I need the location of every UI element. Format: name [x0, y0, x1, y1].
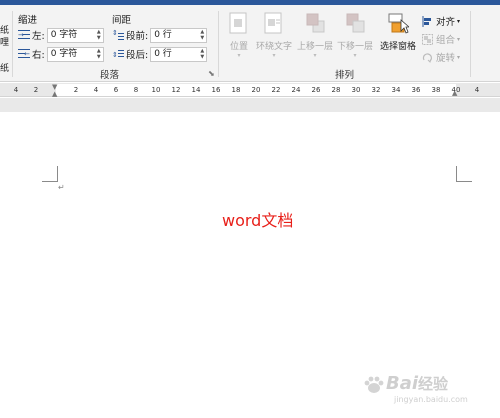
bring-forward-icon — [304, 11, 326, 35]
spacing-after-spinner[interactable]: ▲ ▼ — [200, 48, 204, 60]
spacing-after-row: ⇕ 段后: 0 行 ▲ ▼ — [112, 46, 208, 62]
position-icon — [228, 11, 250, 35]
ruler-tick-label: 32 — [371, 86, 381, 94]
bring-forward-button[interactable]: 上移一层 ▾ — [297, 11, 333, 60]
spacing-before-label: 段前: — [126, 31, 149, 42]
align-icon — [422, 15, 433, 27]
group-label: 组合 — [436, 35, 456, 46]
document-text[interactable]: word文档 — [222, 207, 293, 231]
paragraph-dialog-launcher-icon[interactable]: ⬊ — [208, 69, 215, 78]
send-backward-dropdown-icon: ▾ — [353, 52, 357, 59]
spacing-heading: 间距 — [112, 15, 132, 26]
indent-right-label: 右: — [32, 50, 45, 61]
ruler-tick-label: 2 — [73, 86, 79, 94]
ruler-tick-label: 22 — [271, 86, 281, 94]
spacing-after-input[interactable]: 0 行 ▲ ▼ — [150, 46, 208, 62]
baidu-watermark: Bai经验 jingyan.baidu.com — [362, 373, 492, 407]
group-dropdown-icon: ▾ — [457, 35, 461, 43]
rotate-label: 旋转 — [436, 53, 456, 64]
indent-left-icon: → — [18, 29, 30, 41]
wrap-text-dropdown-icon: ▾ — [272, 52, 276, 59]
wrap-text-button[interactable]: 环绕文字 ▾ — [256, 11, 292, 60]
indent-right-input[interactable]: 0 字符 ▲ ▼ — [46, 46, 104, 62]
ruler-tick-label: 12 — [171, 86, 181, 94]
ribbon: 纸 哩 纸 缩进 间距 → 左: 0 字符 ▲▼ ← 右: 0 字符 ▲▼ — [0, 5, 500, 82]
align-button[interactable]: 对齐 ▾ — [422, 14, 460, 28]
watermark-brand: Bai经验 — [386, 373, 448, 394]
indent-right-icon: ← — [18, 48, 30, 60]
ruler-tick-label: 8 — [133, 86, 139, 94]
indent-left-spinner[interactable]: ▲ ▼ — [97, 29, 101, 41]
align-label: 对齐 — [436, 17, 456, 28]
group-separator — [12, 11, 13, 77]
rotate-dropdown-icon: ▾ — [457, 53, 461, 61]
indent-left-row: → 左: 0 字符 ▲ ▼ — [18, 27, 104, 43]
selection-pane-icon — [387, 11, 411, 35]
group-button[interactable]: 组合 ▾ — [422, 32, 460, 46]
paragraph-mark-icon: ↵ — [58, 183, 65, 192]
watermark-brand-suffix: 经验 — [418, 375, 449, 393]
ruler-tick-label: 6 — [113, 86, 119, 94]
ruler-tick-label: 28 — [331, 86, 341, 94]
fragment-text-3: 纸 — [0, 64, 10, 74]
ruler-tick-label: 24 — [291, 86, 301, 94]
paragraph-group-label: 段落 — [100, 70, 120, 81]
ruler-tick-label: 14 — [191, 86, 201, 94]
position-button[interactable]: 位置 ▾ — [224, 11, 254, 60]
ruler-tick-label: 16 — [211, 86, 221, 94]
align-dropdown-icon: ▾ — [457, 17, 461, 25]
horizontal-ruler[interactable]: 4 2 2 4 6 8 10 12 14 16 18 20 22 24 26 28 30 32 34 36 38 40 4 … — [0, 83, 500, 98]
right-indent-marker-icon[interactable]: ▲ — [452, 89, 457, 97]
ruler-tick-label: 2 — [33, 86, 39, 94]
indent-right-spinner[interactable]: ▲ ▼ — [97, 48, 101, 60]
selection-pane-button[interactable]: 选择窗格 — [380, 11, 416, 52]
indent-heading: 缩进 — [18, 15, 38, 26]
indent-right-row: ← 右: 0 字符 ▲ ▼ — [18, 46, 104, 62]
bring-forward-dropdown-icon: ▾ — [313, 52, 317, 59]
ribbon-left-fragment[interactable]: 纸 哩 纸 — [0, 25, 10, 75]
margin-corner-top-left — [42, 166, 58, 182]
ruler-tick-label: 4 — [13, 86, 19, 94]
selection-pane-label: 选择窗格 — [379, 42, 416, 52]
spacing-before-row: ⇕ 段前: 0 行 ▲ ▼ — [112, 27, 208, 43]
ruler-tick-label: 30 — [351, 86, 361, 94]
fragment-text-2: 哩 — [0, 38, 10, 48]
arrange-group-label: 排列 — [335, 70, 355, 81]
paw-logo-icon — [364, 376, 384, 393]
group-separator — [470, 11, 471, 77]
spacing-after-label: 段后: — [126, 50, 149, 61]
fragment-text-1: 纸 — [0, 26, 10, 36]
send-backward-icon — [344, 11, 366, 35]
indent-left-label: 左: — [32, 31, 45, 42]
indent-left-input[interactable]: 0 字符 ▲ ▼ — [46, 27, 104, 43]
ruler-tick-label: 10 — [151, 86, 161, 94]
send-backward-button[interactable]: 下移一层 ▾ — [337, 11, 373, 60]
spacing-before-input[interactable]: 0 行 ▲ ▼ — [150, 27, 208, 43]
ruler-tick-label: 4 — [474, 86, 480, 94]
ruler-tick-label: 20 — [251, 86, 261, 94]
margin-corner-top-right — [456, 166, 472, 182]
ruler-tick-label: 36 — [411, 86, 421, 94]
wrap-text-icon — [263, 11, 285, 35]
spacing-after-icon: ⇕ — [112, 48, 124, 60]
spacing-before-icon: ⇕ — [112, 29, 124, 41]
ruler-tick-label: 26 — [311, 86, 321, 94]
spacing-before-spinner[interactable]: ▲ ▼ — [200, 29, 204, 41]
rotate-button[interactable]: 旋转 ▾ — [422, 50, 460, 64]
group-icon — [422, 33, 433, 45]
spacing-before-value: 0 行 — [154, 29, 172, 40]
page-gap — [0, 98, 500, 112]
watermark-brand-text: Bai — [386, 373, 419, 394]
ruler-tick-label: 4 — [93, 86, 99, 94]
watermark-url: jingyan.baidu.com — [394, 395, 468, 404]
spacing-after-value: 0 行 — [154, 48, 172, 59]
left-indent-marker-icon[interactable]: ▲ — [52, 90, 57, 98]
ruler-tick-label: 38 — [431, 86, 441, 94]
indent-right-value: 0 字符 — [50, 48, 78, 59]
indent-left-value: 0 字符 — [50, 29, 78, 40]
ruler-tick-label: 34 — [391, 86, 401, 94]
rotate-icon — [422, 52, 433, 63]
position-dropdown-icon: ▾ — [237, 52, 241, 59]
ruler-tick-label: 18 — [231, 86, 241, 94]
